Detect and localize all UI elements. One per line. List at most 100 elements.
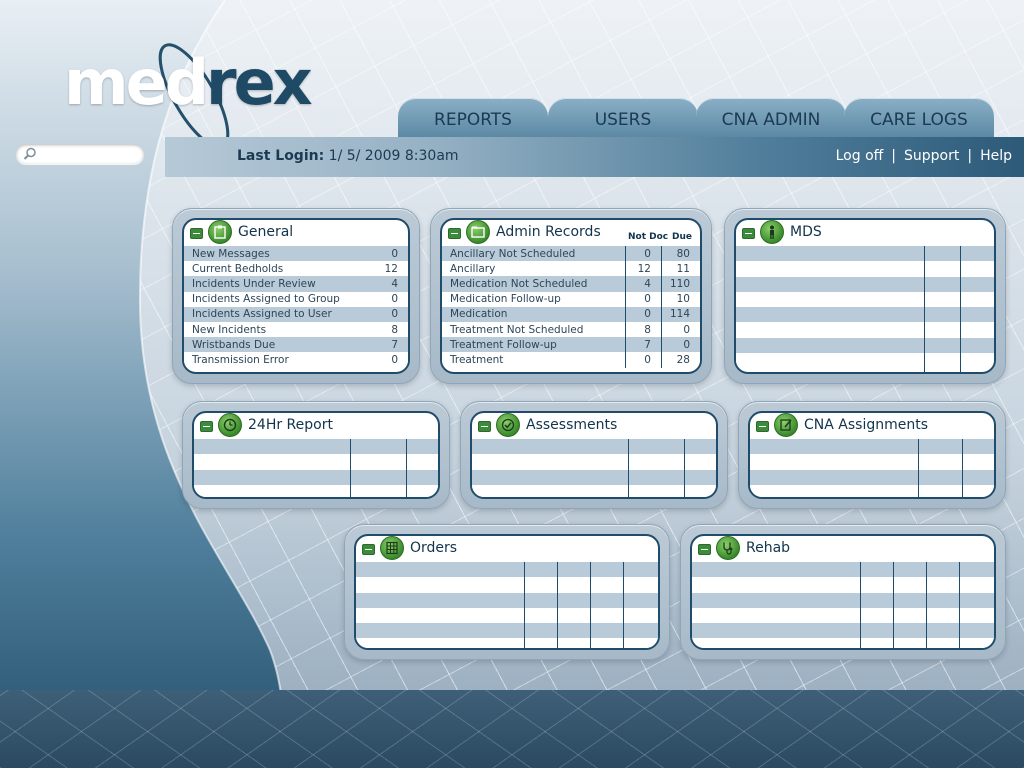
orders-panel: Orders — [344, 524, 670, 660]
column-divider — [893, 562, 894, 648]
row-due: 28 — [660, 352, 700, 368]
collapse-cna-button[interactable] — [756, 421, 769, 432]
collapse-assessments-button[interactable] — [478, 421, 491, 432]
link-separator: | — [967, 148, 973, 164]
table-row[interactable]: Medication Not Scheduled 4 110 — [442, 276, 700, 292]
rehab-panel: Rehab — [680, 524, 1006, 660]
tab-cna-admin[interactable]: CNA ADMIN — [696, 98, 846, 138]
search-input[interactable] — [16, 144, 144, 164]
logo-text-ex: ex — [233, 46, 313, 119]
row-due: 11 — [660, 261, 700, 277]
table-row[interactable]: Ancillary 12 11 — [442, 261, 700, 277]
row-notdoc: 0 — [624, 352, 662, 368]
collapse-general-button[interactable] — [190, 228, 203, 239]
row-notdoc: 8 — [624, 321, 662, 338]
collapse-24hr-button[interactable] — [200, 421, 213, 432]
col-not-doc: Not Doc — [628, 232, 669, 242]
top-links: Log off | Support | Help — [836, 148, 1012, 164]
row-label: New Incidents — [184, 321, 371, 338]
report-24hr-panel: 24Hr Report — [182, 401, 450, 509]
row-due: 10 — [660, 291, 700, 307]
table-row[interactable]: Treatment Not Scheduled 8 0 — [442, 321, 700, 338]
assessments-rows — [472, 439, 716, 497]
table-row[interactable]: Treatment 0 28 — [442, 352, 700, 368]
column-divider — [406, 439, 407, 497]
col-due: Due — [672, 232, 692, 242]
column-divider — [959, 562, 960, 648]
mds-panel: MDS — [724, 208, 1006, 384]
tab-care-logs[interactable]: CARE LOGS — [844, 98, 994, 138]
collapse-mds-button[interactable] — [742, 228, 755, 239]
last-login-value: 1/ 5/ 2009 8:30am — [328, 148, 459, 164]
grid-sheet-icon — [380, 536, 404, 560]
folder-icon — [466, 220, 490, 244]
table-row[interactable]: Treatment Follow-up 7 0 — [442, 337, 700, 353]
column-divider — [960, 246, 961, 372]
table-row[interactable]: Medication 0 114 — [442, 306, 700, 322]
mds-title: MDS — [790, 224, 822, 240]
notepad-icon — [774, 413, 798, 437]
row-label: Treatment Follow-up — [442, 337, 626, 353]
row-label: Current Bedholds — [184, 261, 371, 277]
row-value: 8 — [370, 321, 408, 338]
column-divider — [926, 562, 927, 648]
column-divider — [590, 562, 591, 648]
row-due: 0 — [660, 337, 700, 353]
search-icon — [23, 147, 36, 160]
assessments-title: Assessments — [526, 417, 618, 433]
column-divider — [350, 439, 351, 497]
tab-users[interactable]: USERS — [548, 98, 698, 138]
stethoscope-icon — [716, 536, 740, 560]
row-value: 0 — [370, 246, 408, 262]
table-row[interactable]: Incidents Assigned to Group 0 — [184, 291, 408, 307]
tab-reports[interactable]: REPORTS — [398, 98, 548, 138]
table-row[interactable]: Ancillary Not Scheduled 0 80 — [442, 246, 700, 262]
orders-title: Orders — [410, 540, 458, 556]
last-login-label: Last Login: — [237, 148, 325, 164]
orders-rows — [356, 562, 658, 648]
column-divider — [684, 439, 685, 497]
logoff-link[interactable]: Log off — [836, 148, 884, 164]
row-label: Incidents Under Review — [184, 276, 371, 292]
last-login: Last Login: 1/ 5/ 2009 8:30am — [237, 148, 459, 164]
row-label: New Messages — [184, 246, 371, 262]
row-label: Medication Not Scheduled — [442, 276, 626, 292]
table-row[interactable]: Incidents Assigned to User 0 — [184, 306, 408, 322]
row-notdoc: 0 — [624, 291, 662, 307]
cna-assignments-title: CNA Assignments — [804, 417, 928, 433]
help-link[interactable]: Help — [980, 148, 1012, 164]
clipboard-icon — [208, 220, 232, 244]
collapse-admin-button[interactable] — [448, 228, 461, 239]
table-row[interactable]: New Messages 0 — [184, 246, 408, 262]
row-label: Incidents Assigned to Group — [184, 291, 371, 307]
row-label: Transmission Error — [184, 352, 371, 368]
checkmark-icon — [496, 413, 520, 437]
collapse-orders-button[interactable] — [362, 544, 375, 555]
table-row[interactable]: Incidents Under Review 4 — [184, 276, 408, 292]
row-value: 12 — [370, 261, 408, 277]
report-24hr-rows — [194, 439, 438, 497]
row-value: 0 — [370, 291, 408, 307]
table-row[interactable]: Transmission Error 0 — [184, 352, 408, 368]
collapse-rehab-button[interactable] — [698, 544, 711, 555]
row-label: Treatment Not Scheduled — [442, 321, 626, 338]
admin-records-panel: Admin Records Not Doc Due Ancillary Not … — [430, 208, 712, 384]
support-link[interactable]: Support — [904, 148, 959, 164]
login-bar: Last Login: 1/ 5/ 2009 8:30am Log off | Su… — [165, 137, 1024, 177]
row-notdoc: 7 — [624, 337, 662, 353]
column-divider — [628, 439, 629, 497]
table-row[interactable]: Medication Follow-up 0 10 — [442, 291, 700, 307]
floor-background — [0, 690, 1024, 768]
assessments-panel: Assessments — [460, 401, 728, 509]
column-divider — [524, 562, 525, 648]
admin-records-title: Admin Records — [496, 224, 601, 240]
table-row[interactable]: Wristbands Due 7 — [184, 337, 408, 353]
row-label: Ancillary Not Scheduled — [442, 246, 626, 262]
row-due: 114 — [660, 306, 700, 322]
row-due: 0 — [660, 321, 700, 338]
rehab-title: Rehab — [746, 540, 791, 556]
table-row[interactable]: New Incidents 8 — [184, 321, 408, 338]
general-panel: General New Messages 0 Current Bedholds 12… — [172, 208, 420, 384]
admin-records-table: Ancillary Not Scheduled 0 80 Ancillary 12 11… — [442, 246, 700, 368]
table-row[interactable]: Current Bedholds 12 — [184, 261, 408, 277]
